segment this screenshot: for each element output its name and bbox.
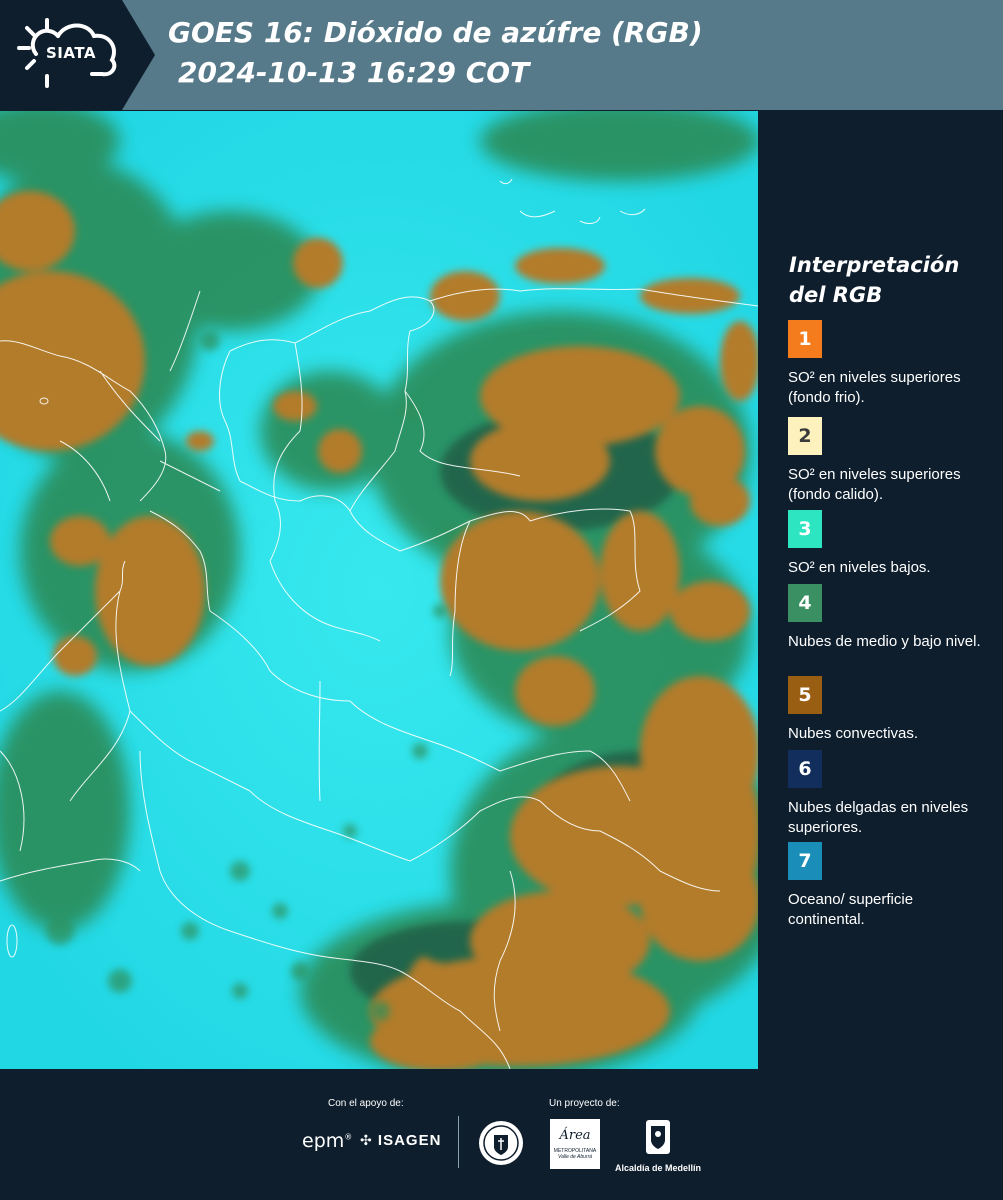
satellite-rgb-image: [0, 111, 758, 1069]
legend-swatch: 5: [788, 676, 822, 714]
coat-of-arms-icon: [646, 1120, 670, 1154]
legend-label: Nubes de medio y bajo nivel.: [788, 633, 981, 650]
seal-icon: [479, 1121, 523, 1165]
legend-title-line2: del RGB: [789, 283, 883, 307]
legend-item-1: 1 SO² en niveles superiores (fondo frio)…: [788, 320, 988, 408]
alcaldia-logo: Alcaldía de Medellín: [613, 1118, 703, 1173]
legend-label: Oceano/ superficie continental.: [788, 891, 914, 928]
area-logo-title: Área: [559, 1128, 591, 1143]
legend-label: Nubes delgadas en niveles superiores.: [788, 799, 969, 836]
footer: Con el apoyo de: Un proyecto de: epm® ✣ …: [0, 1070, 1003, 1200]
epm-logo: epm®: [302, 1130, 353, 1152]
epm-logo-text: epm: [302, 1130, 345, 1152]
legend-swatch: 6: [788, 750, 822, 788]
legend-swatch: 4: [788, 584, 822, 622]
siata-logo-text: SIATA: [46, 44, 97, 62]
legend-item-2: 2 SO² en niveles superiores (fondo calid…: [788, 417, 988, 505]
legend-title: Interpretación del RGB: [789, 250, 989, 310]
isagen-logo-text: ISAGEN: [377, 1132, 442, 1149]
area-metropolitana-logo: Área METROPOLITANA Valle de Aburrá: [550, 1119, 600, 1169]
medellin-seal-logo: [477, 1119, 525, 1172]
legend-swatch: 2: [788, 417, 822, 455]
satellite-map: [0, 111, 758, 1069]
legend-label: SO² en niveles superiores (fondo calido)…: [788, 466, 961, 503]
area-logo-region: Valle de Aburrá: [557, 1154, 593, 1160]
legend-item-7: 7 Oceano/ superficie continental.: [788, 842, 988, 930]
legend-label: Nubes convectivas.: [788, 725, 919, 742]
legend-label: SO² en niveles bajos.: [788, 559, 931, 576]
legend-item-5: 5 Nubes convectivas.: [788, 676, 988, 744]
siata-logo: SIATA: [0, 0, 155, 110]
isagen-logo: ✣ ISAGEN: [360, 1132, 441, 1149]
alcaldia-logo-text: Alcaldía de Medellín: [614, 1163, 702, 1173]
legend-item-6: 6 Nubes delgadas en niveles superiores.: [788, 750, 988, 838]
header-bar: SIATA GOES 16: Dióxido de azúfre (RGB) 2…: [0, 0, 1003, 110]
rgb-legend: Interpretación del RGB 1 SO² en niveles …: [760, 110, 1003, 1070]
page-timestamp: 2024-10-13 16:29 COT: [178, 56, 530, 89]
legend-item-3: 3 SO² en niveles bajos.: [788, 510, 988, 578]
legend-item-4: 4 Nubes de medio y bajo nivel.: [788, 584, 988, 652]
support-label: Con el apoyo de:: [328, 1098, 404, 1109]
legend-swatch: 1: [788, 320, 822, 358]
project-label: Un proyecto de:: [549, 1098, 620, 1109]
legend-title-line1: Interpretación: [789, 253, 960, 277]
isagen-mark-icon: ✣: [360, 1132, 373, 1148]
legend-swatch: 3: [788, 510, 822, 548]
legend-swatch: 7: [788, 842, 822, 880]
footer-divider: [458, 1116, 459, 1168]
page-title: GOES 16: Dióxido de azúfre (RGB): [168, 16, 703, 49]
legend-label: SO² en niveles superiores (fondo frio).: [788, 369, 961, 406]
